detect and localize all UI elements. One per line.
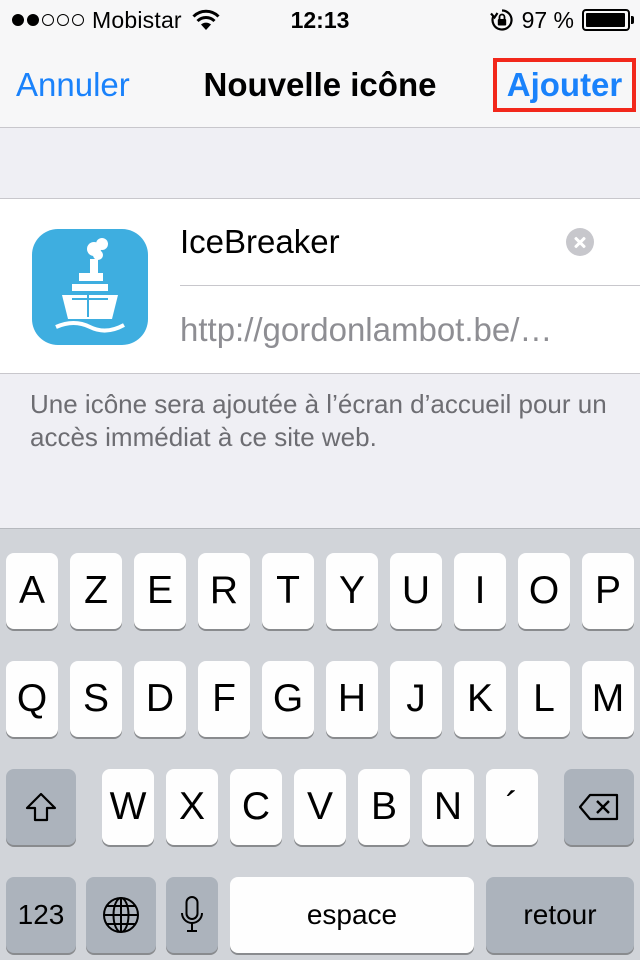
numbers-key-label: 123 <box>17 899 65 930</box>
key-b[interactable]: B <box>358 769 410 845</box>
key-label: J <box>406 677 426 720</box>
key-label: F <box>212 677 236 720</box>
battery-percent: 97 % <box>521 6 574 33</box>
key-u[interactable]: U <box>390 553 442 629</box>
delete-icon <box>578 793 619 821</box>
key-label: A <box>18 569 45 612</box>
icebreaker-ship-icon <box>32 229 148 345</box>
key-label: M <box>591 677 625 720</box>
key-label: K <box>466 677 493 720</box>
return-key[interactable]: retour <box>486 877 634 953</box>
key-label: P <box>594 569 621 612</box>
key-label: E <box>146 569 173 612</box>
key-label: G <box>272 677 304 720</box>
key-label: V <box>306 785 333 828</box>
key-label: R <box>209 569 239 612</box>
key-m[interactable]: M <box>582 661 634 737</box>
key-o[interactable]: O <box>518 553 570 629</box>
return-key-label: retour <box>523 899 597 930</box>
key-label: ´ <box>505 785 519 828</box>
key-label: D <box>145 677 175 720</box>
space-key-label: espace <box>306 899 398 930</box>
shift-icon <box>25 792 57 822</box>
battery-level-fill <box>586 13 625 27</box>
key-label: N <box>433 785 463 828</box>
keyboard: AZERTYUIOP QSDFGHJKLM W X C V B N ´ 123 espace <box>0 528 640 960</box>
key-g[interactable]: G <box>262 661 314 737</box>
key-label: S <box>82 677 109 720</box>
key-p[interactable]: P <box>582 553 634 629</box>
key-label: Z <box>84 569 108 612</box>
key-d[interactable]: D <box>134 661 186 737</box>
key-e[interactable]: E <box>134 553 186 629</box>
microphone-icon <box>181 896 203 932</box>
clear-text-button[interactable] <box>566 228 594 256</box>
add-icon-form: http://gordonlambot.be/… <box>0 198 640 374</box>
key-label: Q <box>16 677 48 720</box>
name-field[interactable] <box>180 221 600 263</box>
space-key[interactable]: espace <box>230 877 474 953</box>
status-right: 97 % <box>489 6 634 34</box>
key-y[interactable]: Y <box>326 553 378 629</box>
rotation-lock-icon <box>489 9 513 31</box>
ship-icon <box>55 238 125 333</box>
key-z[interactable]: Z <box>70 553 122 629</box>
key-label: X <box>178 785 205 828</box>
key-l[interactable]: L <box>518 661 570 737</box>
key-c[interactable]: C <box>230 769 282 845</box>
numbers-key[interactable]: 123 <box>6 877 76 953</box>
key-j[interactable]: J <box>390 661 442 737</box>
key-k[interactable]: K <box>454 661 506 737</box>
key-label: B <box>370 785 397 828</box>
footer-note: Une icône sera ajoutée à l’écran d’accue… <box>30 389 607 452</box>
shift-key[interactable] <box>6 769 76 845</box>
key-n[interactable]: N <box>422 769 474 845</box>
key-label: W <box>109 785 147 828</box>
delete-key[interactable] <box>564 769 634 845</box>
key-a[interactable]: A <box>6 553 58 629</box>
key-label: I <box>474 569 486 612</box>
key-label: H <box>337 677 367 720</box>
key-f[interactable]: F <box>198 661 250 737</box>
key-label: Y <box>338 569 365 612</box>
key-r[interactable]: R <box>198 553 250 629</box>
key-x[interactable]: X <box>166 769 218 845</box>
globe-key[interactable] <box>86 877 156 953</box>
key-s[interactable]: S <box>70 661 122 737</box>
key-label: C <box>241 785 271 828</box>
battery-icon <box>582 9 634 31</box>
key-q[interactable]: Q <box>6 661 58 737</box>
cancel-button[interactable]: Annuler <box>16 66 130 104</box>
key-v[interactable]: V <box>294 769 346 845</box>
url-field: http://gordonlambot.be/… <box>180 311 553 348</box>
field-divider <box>180 285 640 286</box>
key-label: O <box>528 569 560 612</box>
key-label: U <box>401 569 431 612</box>
key-w[interactable]: W <box>102 769 154 845</box>
key-i[interactable]: I <box>454 553 506 629</box>
navigation-bar: Annuler Nouvelle icône Ajouter <box>0 40 640 128</box>
globe-icon <box>103 897 139 933</box>
add-button[interactable]: Ajouter <box>493 58 636 112</box>
key-h[interactable]: H <box>326 661 378 737</box>
status-bar: Mobistar 12:13 97 % <box>0 0 640 40</box>
key-t[interactable]: T <box>262 553 314 629</box>
key-acute-accent[interactable]: ´ <box>486 769 538 845</box>
key-label: L <box>533 677 555 720</box>
dictation-key[interactable] <box>166 877 218 953</box>
key-label: T <box>276 569 300 612</box>
